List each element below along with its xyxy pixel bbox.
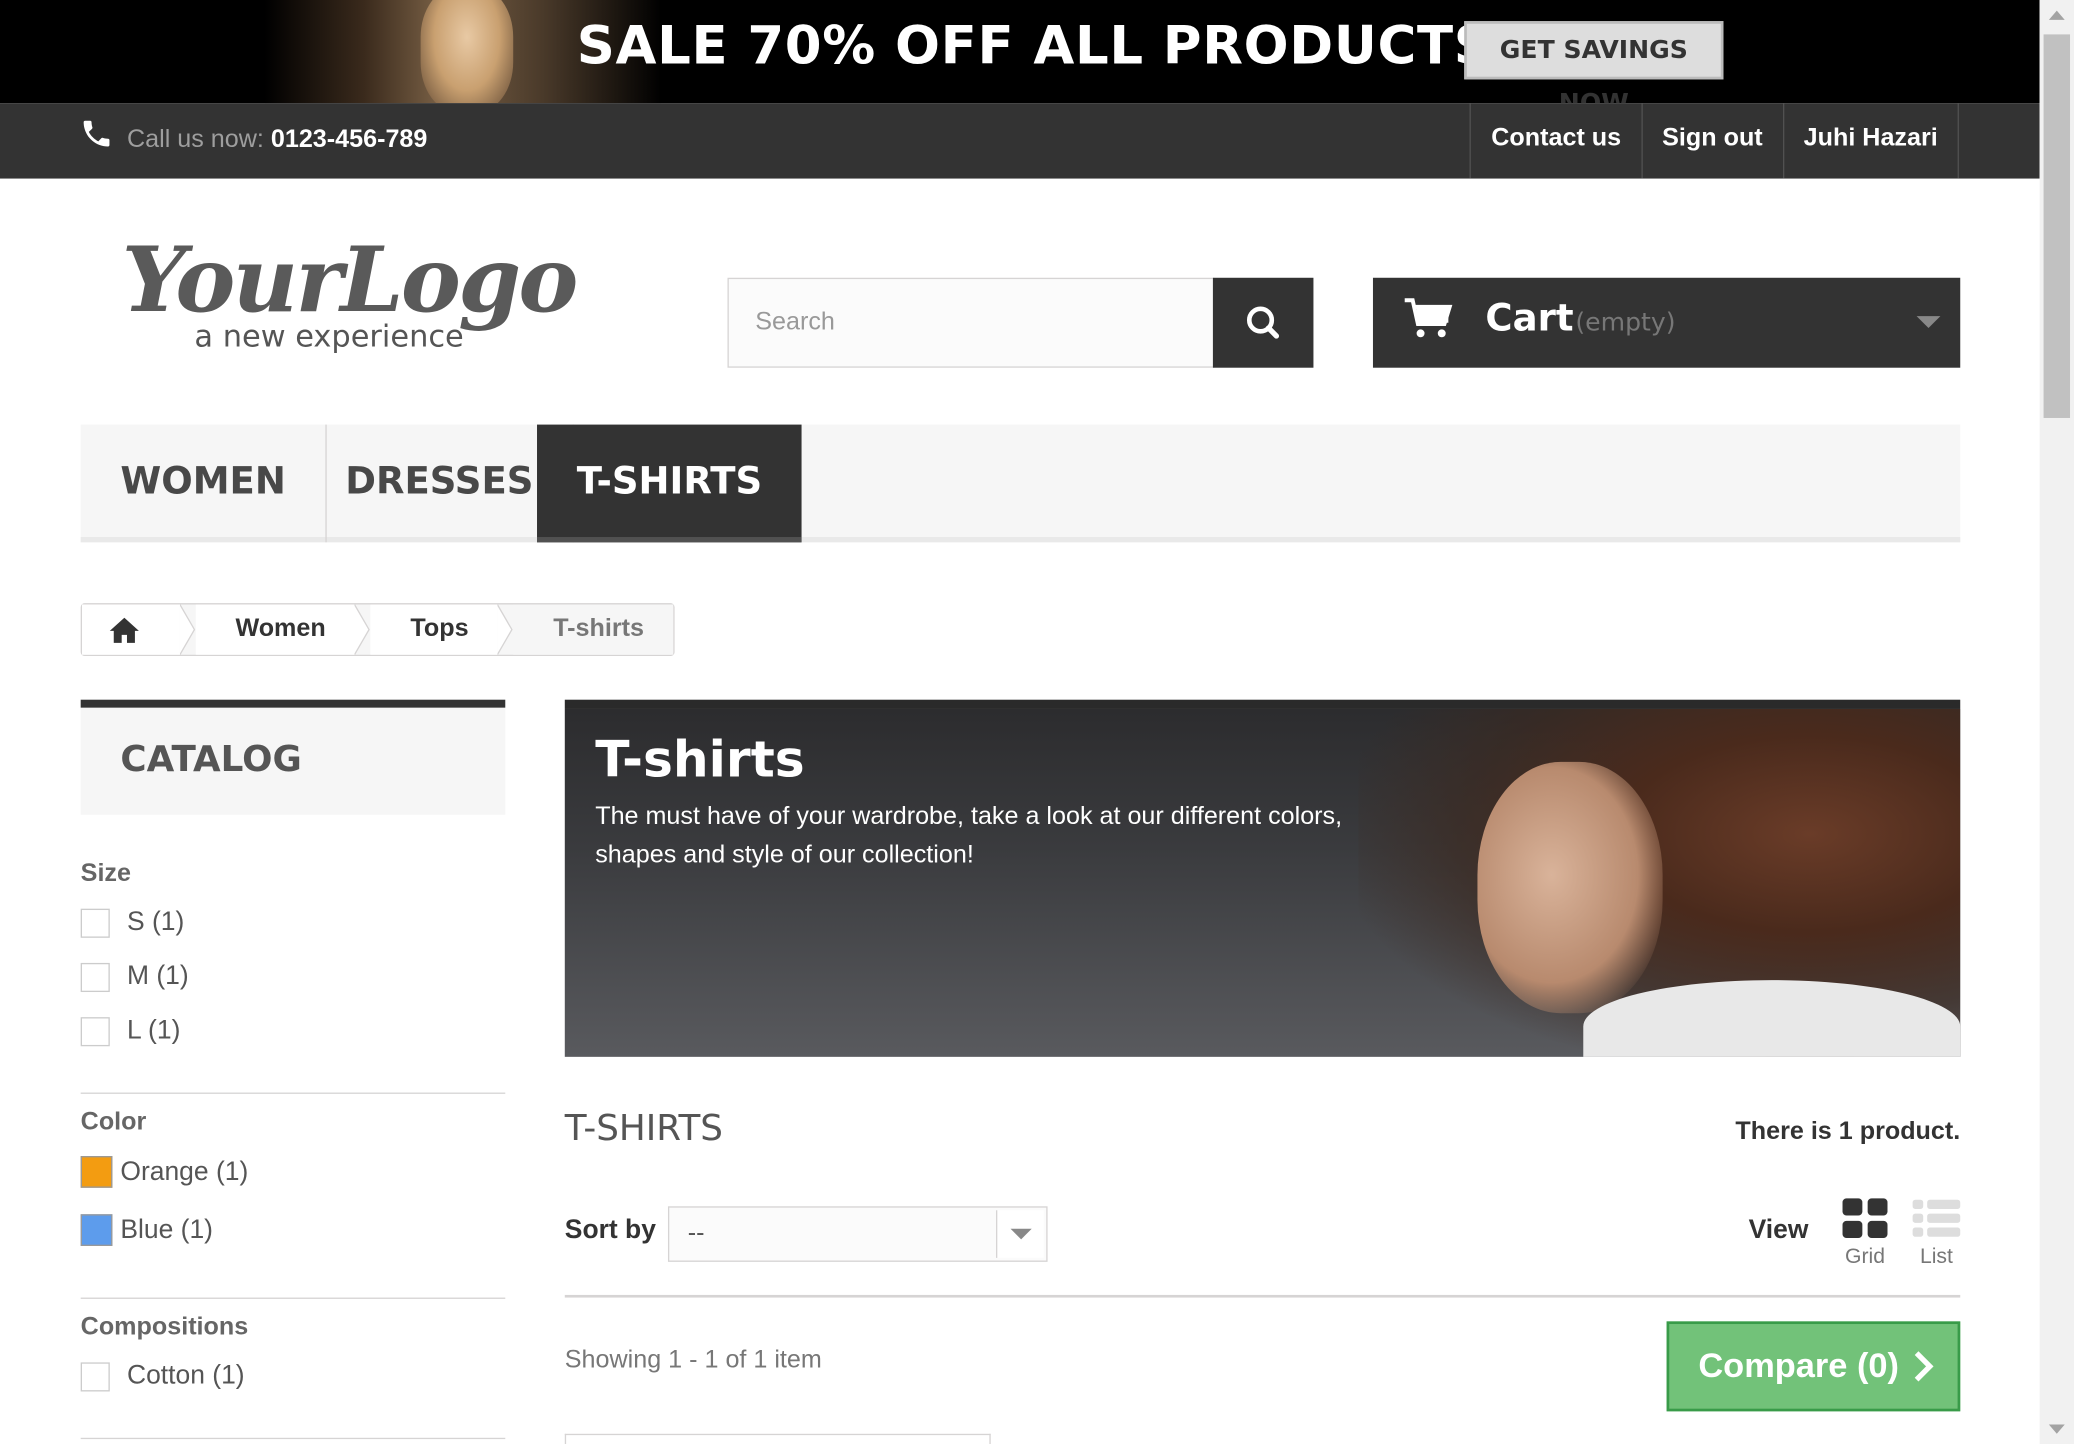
call-us-label: Call us now: — [126, 125, 271, 154]
phone-info: Call us now: 0123-456-789 — [127, 126, 427, 155]
scrollbar-thumb[interactable] — [2043, 34, 2071, 418]
account-name-link[interactable]: Juhi Hazari — [1782, 103, 1959, 179]
sort-select[interactable]: -- — [667, 1206, 1048, 1262]
breadcrumb-current: T-shirts — [513, 604, 674, 655]
account-links: Contact us Sign out Juhi Hazari — [1470, 103, 1959, 179]
filter-label: Cotton (1) — [126, 1361, 245, 1391]
cart-label: Cart — [1485, 296, 1574, 340]
breadcrumb-separator — [354, 604, 371, 655]
menu-item-dresses[interactable]: DRESSES — [306, 424, 575, 543]
logo-tagline: a new experience — [194, 320, 463, 355]
grid-icon — [1842, 1198, 1888, 1239]
sort-dropdown-toggle[interactable] — [995, 1210, 1044, 1258]
view-grid-button[interactable]: Grid — [1841, 1197, 1889, 1270]
phone-icon — [83, 120, 110, 147]
banner-model-image — [420, 0, 514, 104]
color-swatch-orange[interactable] — [80, 1156, 113, 1188]
scroll-down-arrow[interactable] — [2048, 1424, 2065, 1434]
product-card[interactable] — [564, 1433, 991, 1444]
filter-color-heading: Color — [80, 1108, 147, 1137]
scroll-up-arrow[interactable] — [2048, 10, 2065, 20]
get-savings-button[interactable]: GET SAVINGS NOW — [1464, 21, 1724, 103]
home-icon — [109, 617, 139, 643]
filter-divider — [80, 1437, 506, 1440]
category-title: T-shirts — [595, 730, 805, 789]
search-input[interactable]: Search — [727, 277, 1215, 368]
chevron-down-icon — [1010, 1228, 1032, 1240]
top-nav-bar: Call us now: 0123-456-789 Contact us Sig… — [0, 103, 2040, 179]
compare-label: Compare (0) — [1698, 1345, 1900, 1385]
promo-banner[interactable]: SALE 70% OFF ALL PRODUCTS GET SAVINGS NO… — [0, 0, 2040, 104]
filter-label: Orange (1) — [120, 1156, 249, 1186]
logo-text: YourLogo — [122, 228, 577, 333]
checkbox[interactable] — [80, 1361, 110, 1391]
contact-us-link[interactable]: Contact us — [1470, 103, 1641, 179]
filter-color-orange[interactable]: Orange (1) — [80, 1156, 249, 1188]
view-grid-label: Grid — [1845, 1245, 1885, 1269]
view-label: View — [1748, 1215, 1809, 1245]
chevron-right-icon — [1914, 1351, 1934, 1382]
filter-color-blue[interactable]: Blue (1) — [80, 1214, 213, 1246]
sort-value: -- — [687, 1219, 705, 1248]
pagination-summary: Showing 1 - 1 of 1 item — [564, 1346, 822, 1375]
page-title: T-SHIRTS — [564, 1108, 723, 1150]
sign-out-link[interactable]: Sign out — [1640, 103, 1783, 179]
view-list-button[interactable]: List — [1911, 1197, 1961, 1270]
filter-composition-cotton[interactable]: Cotton (1) — [80, 1361, 245, 1391]
checkbox[interactable] — [80, 1016, 110, 1046]
filter-label: M (1) — [126, 961, 189, 991]
menu-item-tshirts[interactable]: T-SHIRTS — [537, 424, 802, 543]
filter-size-heading: Size — [80, 859, 131, 888]
breadcrumb-women[interactable]: Women — [195, 604, 355, 655]
breadcrumb: Women Tops T-shirts — [80, 603, 675, 657]
phone-number: 0123-456-789 — [270, 125, 428, 154]
breadcrumb-separator — [179, 604, 196, 655]
filter-size-s[interactable]: S (1) — [80, 907, 185, 938]
site-logo[interactable]: YourLogo a new experience — [122, 218, 598, 363]
sort-label: Sort by — [564, 1215, 656, 1245]
category-description: The must have of your wardrobe, take a l… — [595, 802, 1343, 870]
checkbox[interactable] — [80, 962, 110, 992]
search-icon — [1246, 306, 1280, 339]
listing-divider — [564, 1294, 1961, 1298]
chevron-down-icon — [1916, 316, 1941, 329]
banner-headline: SALE 70% OFF ALL PRODUCTS — [576, 15, 1493, 77]
checkbox[interactable] — [80, 908, 110, 938]
breadcrumb-home[interactable] — [82, 604, 180, 655]
compare-button[interactable]: Compare (0) — [1666, 1321, 1961, 1412]
catalog-title: CATALOG — [120, 739, 302, 781]
search-button[interactable] — [1212, 277, 1314, 368]
filter-divider — [80, 1297, 506, 1299]
view-list-label: List — [1919, 1245, 1953, 1269]
breadcrumb-tops[interactable]: Tops — [370, 604, 498, 655]
category-banner: T-shirts The must have of your wardrobe,… — [564, 699, 1961, 1057]
cart-icon — [1404, 298, 1453, 338]
filter-label: L (1) — [126, 1015, 181, 1045]
filter-size-m[interactable]: M (1) — [80, 961, 189, 992]
main-menu: WOMEN DRESSES T-SHIRTS — [80, 424, 1961, 543]
cart-status: (empty) — [1575, 308, 1676, 338]
product-count: There is 1 product. — [1735, 1117, 1961, 1146]
filter-size-l[interactable]: L (1) — [80, 1015, 181, 1046]
menu-item-women[interactable]: WOMEN — [81, 424, 327, 543]
cart-dropdown[interactable]: Cart (empty) — [1372, 277, 1961, 368]
list-icon — [1912, 1199, 1961, 1237]
filter-compositions-heading: Compositions — [80, 1313, 249, 1342]
breadcrumb-separator — [497, 604, 513, 655]
catalog-block: CATALOG — [80, 699, 506, 815]
color-swatch-blue[interactable] — [80, 1214, 113, 1246]
page-scrollbar[interactable] — [2039, 0, 2074, 1444]
filter-label: Blue (1) — [120, 1214, 213, 1244]
category-image-model — [1477, 761, 1663, 1014]
filter-label: S (1) — [126, 907, 185, 937]
filter-divider — [80, 1092, 506, 1094]
